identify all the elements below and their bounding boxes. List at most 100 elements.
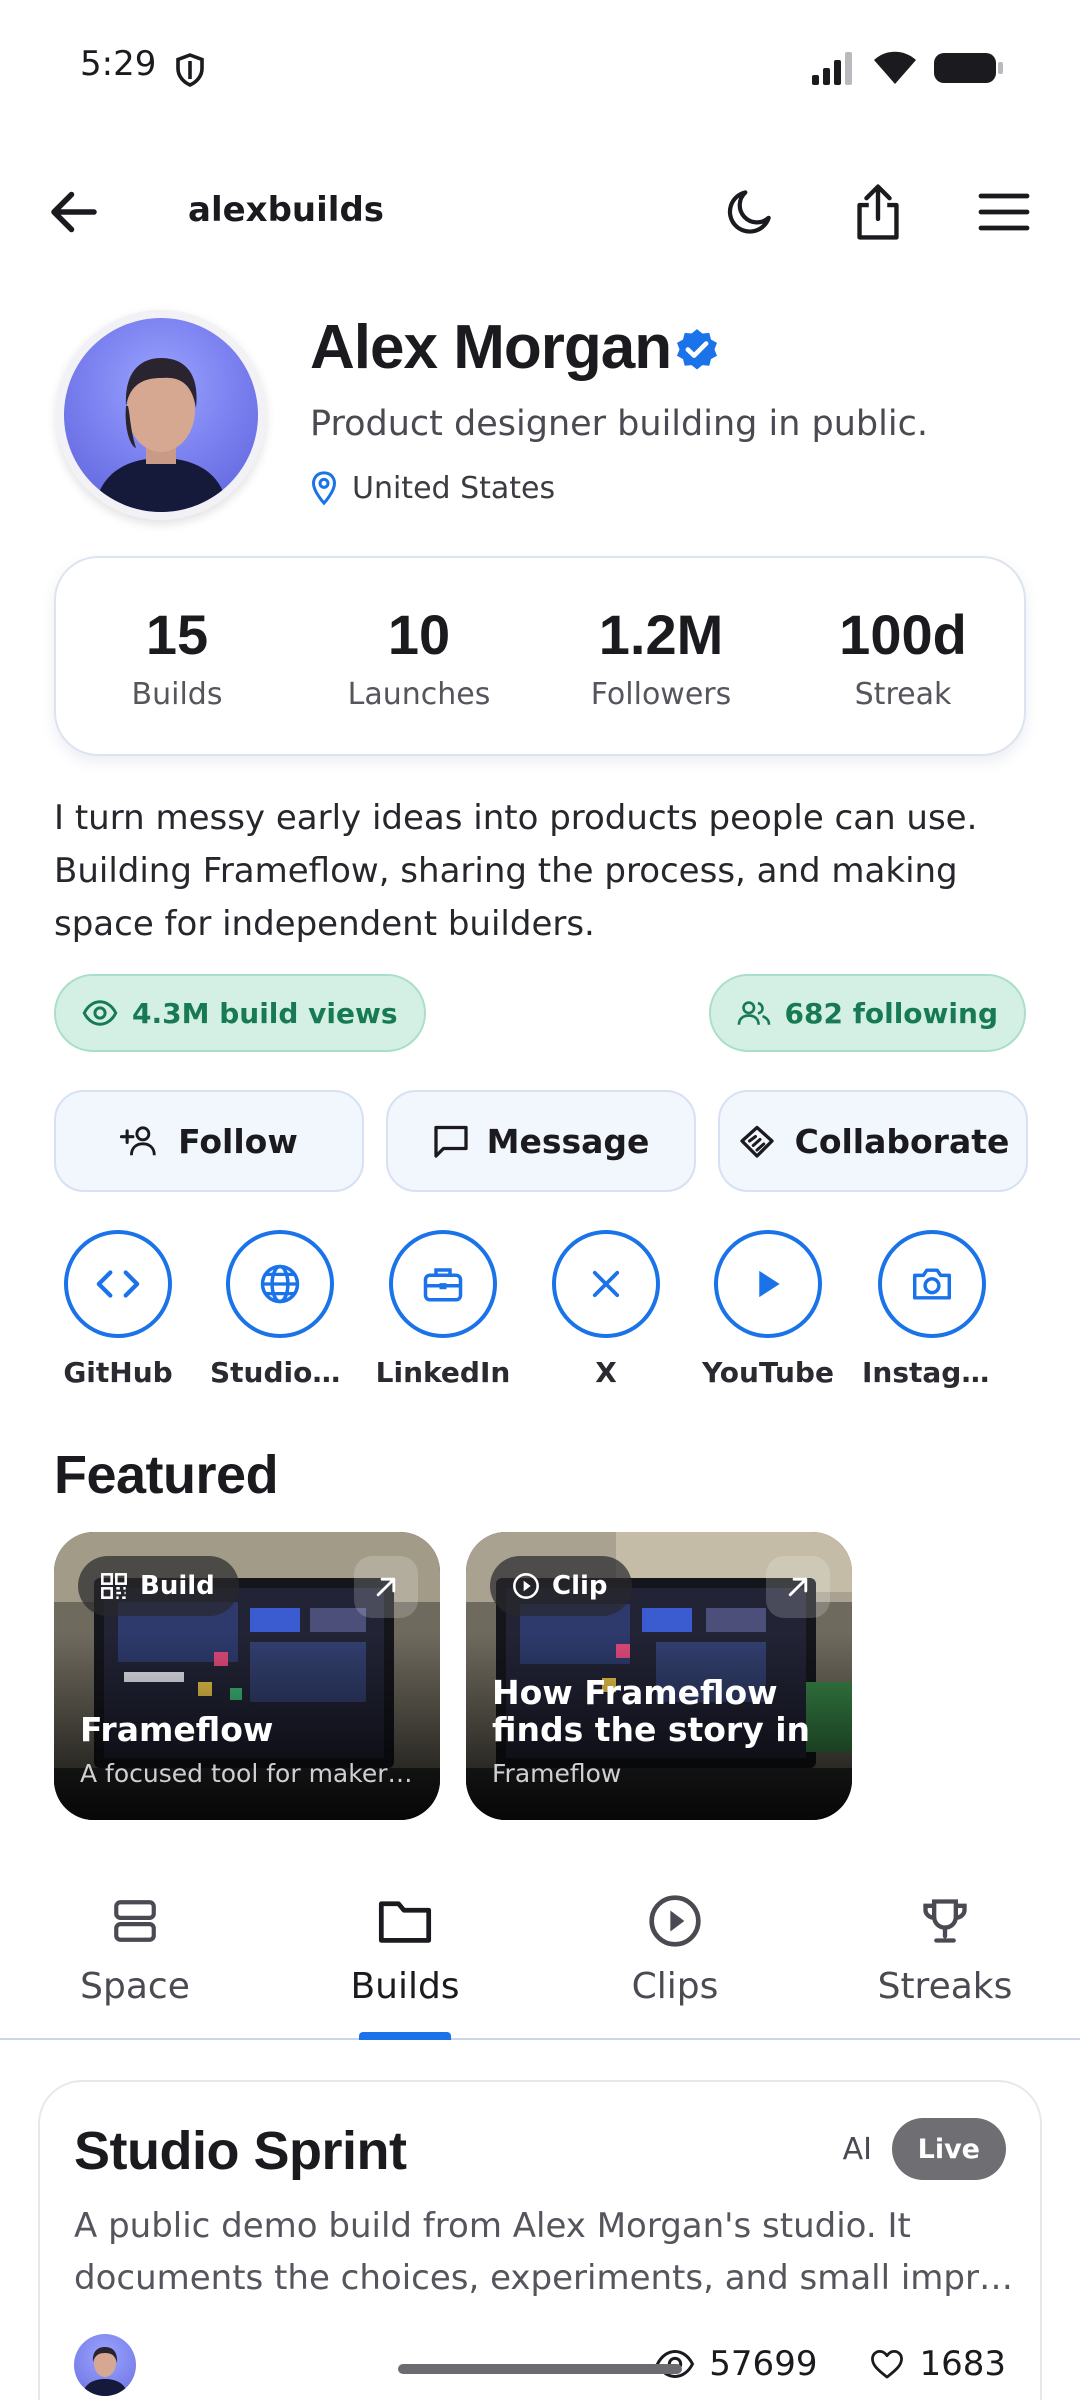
stat-followers[interactable]: 1.2M Followers <box>540 558 782 754</box>
build-views-label: 4.3M build views <box>132 996 398 1030</box>
featured-subtitle: Frameflow <box>492 1759 622 1788</box>
stat-label: Streak <box>854 677 952 712</box>
play-icon <box>759 1270 780 1298</box>
briefcase-icon <box>423 1268 463 1302</box>
social-label: X <box>595 1356 617 1389</box>
status-icons <box>810 50 1004 86</box>
open-external-button[interactable] <box>354 1556 418 1618</box>
profile-location: United States <box>310 470 555 506</box>
home-indicator <box>398 2364 682 2374</box>
share-button[interactable] <box>846 180 910 244</box>
social-circle <box>226 1230 334 1338</box>
handshake-icon <box>739 1125 774 1158</box>
social-link-github[interactable]: GitHub <box>48 1230 188 1389</box>
message-button[interactable]: Message <box>386 1090 696 1192</box>
social-link-studio[interactable]: Studio … <box>210 1230 350 1389</box>
tab-space[interactable]: Space <box>0 1870 270 2040</box>
camera-icon <box>913 1268 951 1300</box>
add-person-icon <box>120 1126 156 1156</box>
avatar <box>64 318 258 512</box>
stat-launches[interactable]: 10 Launches <box>298 558 540 754</box>
stat-value: 100d <box>839 603 967 666</box>
tab-label: Streaks <box>877 1966 1013 2007</box>
featured-tag-label: Clip <box>552 1571 608 1601</box>
verified-badge-icon <box>677 329 717 370</box>
hamburger-menu-icon <box>978 193 1030 231</box>
collaborate-label: Collaborate <box>794 1121 1010 1161</box>
profile-tabs: Space Builds Clips Streaks <box>0 1870 1080 2040</box>
folder-icon <box>378 1901 432 1943</box>
layers-icon <box>114 1900 156 1942</box>
chat-bubble-icon <box>433 1125 468 1158</box>
stat-streak[interactable]: 100d Streak <box>782 558 1024 754</box>
social-label: GitHub <box>63 1356 173 1389</box>
share-icon <box>857 184 899 240</box>
social-link-x[interactable]: X <box>536 1230 676 1389</box>
social-circle <box>64 1230 172 1338</box>
moon-icon <box>727 190 771 234</box>
featured-tag: Build <box>78 1556 239 1616</box>
build-author-avatar[interactable] <box>74 2334 136 2396</box>
tab-builds[interactable]: Builds <box>270 1870 540 2040</box>
featured-card-clip[interactable]: Clip How Frameflow finds the story in a…… <box>466 1532 852 1820</box>
build-description: A public demo build from Alex Morgan's s… <box>74 2206 1013 2298</box>
follow-button[interactable]: Follow <box>54 1090 364 1192</box>
x-icon <box>592 1270 620 1298</box>
globe-icon <box>260 1264 300 1304</box>
app-bar: alexbuilds <box>0 160 1080 260</box>
wifi-icon <box>874 51 916 84</box>
battery-icon <box>934 53 1003 83</box>
location-label: United States <box>352 470 556 506</box>
social-circle <box>878 1230 986 1338</box>
build-views-chip[interactable]: 4.3M build views <box>54 974 426 1052</box>
open-external-button[interactable] <box>766 1556 830 1618</box>
featured-subtitle: A focused tool for maker… <box>80 1759 413 1788</box>
build-card[interactable]: Studio Sprint AI Live A public demo buil… <box>38 2080 1042 2400</box>
following-label: 682 following <box>784 996 999 1030</box>
social-link-instagram[interactable]: Instagr… <box>862 1230 1002 1389</box>
social-label: Studio … <box>210 1356 350 1389</box>
collaborate-button[interactable]: Collaborate <box>718 1090 1028 1192</box>
stat-value: 1.2M <box>598 603 724 666</box>
following-chip[interactable]: 682 following <box>708 974 1026 1052</box>
featured-title: How Frameflow finds the story in a… <box>492 1674 811 1748</box>
shield-icon <box>176 53 204 87</box>
heart-icon[interactable] <box>869 2348 905 2380</box>
stat-label: Followers <box>590 677 732 712</box>
arrow-up-right-icon <box>788 1577 808 1597</box>
stat-value: 10 <box>387 603 451 666</box>
social-label: YouTube <box>702 1356 834 1389</box>
stats-card: 15 Builds 10 Launches 1.2M Followers 100… <box>54 556 1026 756</box>
social-circle <box>552 1230 660 1338</box>
stat-label: Launches <box>347 677 491 712</box>
social-label: Instagr… <box>862 1356 1002 1389</box>
profile-avatar[interactable] <box>56 310 266 520</box>
active-tab-indicator <box>359 2032 451 2040</box>
status-time: 5:29 <box>80 44 157 84</box>
social-link-youtube[interactable]: YouTube <box>698 1230 838 1389</box>
social-link-linkedin[interactable]: LinkedIn <box>373 1230 513 1389</box>
avatar-portrait <box>94 358 228 512</box>
stat-builds[interactable]: 15 Builds <box>56 558 298 754</box>
featured-heading: Featured <box>54 1445 279 1505</box>
social-circle <box>714 1230 822 1338</box>
tab-streaks[interactable]: Streaks <box>810 1870 1080 2040</box>
trophy-icon <box>923 1899 967 1943</box>
like-count: 1683 <box>919 2344 1006 2384</box>
profile-name: Alex Morgan <box>310 313 672 382</box>
signal-icon <box>812 52 852 85</box>
arrow-up-right-icon <box>376 1577 396 1597</box>
tab-clips[interactable]: Clips <box>540 1870 810 2040</box>
featured-tag: Clip <box>490 1556 632 1616</box>
build-title: Studio Sprint <box>74 2121 407 2181</box>
location-pin-icon <box>311 471 337 506</box>
view-count: 57699 <box>709 2344 818 2384</box>
menu-button[interactable] <box>972 180 1036 244</box>
build-stats: 57699 1683 <box>655 2344 1006 2384</box>
back-arrow-icon[interactable] <box>44 182 104 242</box>
profile-handle: alexbuilds <box>188 190 385 230</box>
theme-toggle-button[interactable] <box>718 180 782 244</box>
featured-card-build[interactable]: Build Frameflow A focused tool for maker… <box>54 1532 440 1820</box>
status-badge: Live <box>891 2118 1006 2180</box>
status-bar: 5:29 <box>0 0 1080 140</box>
